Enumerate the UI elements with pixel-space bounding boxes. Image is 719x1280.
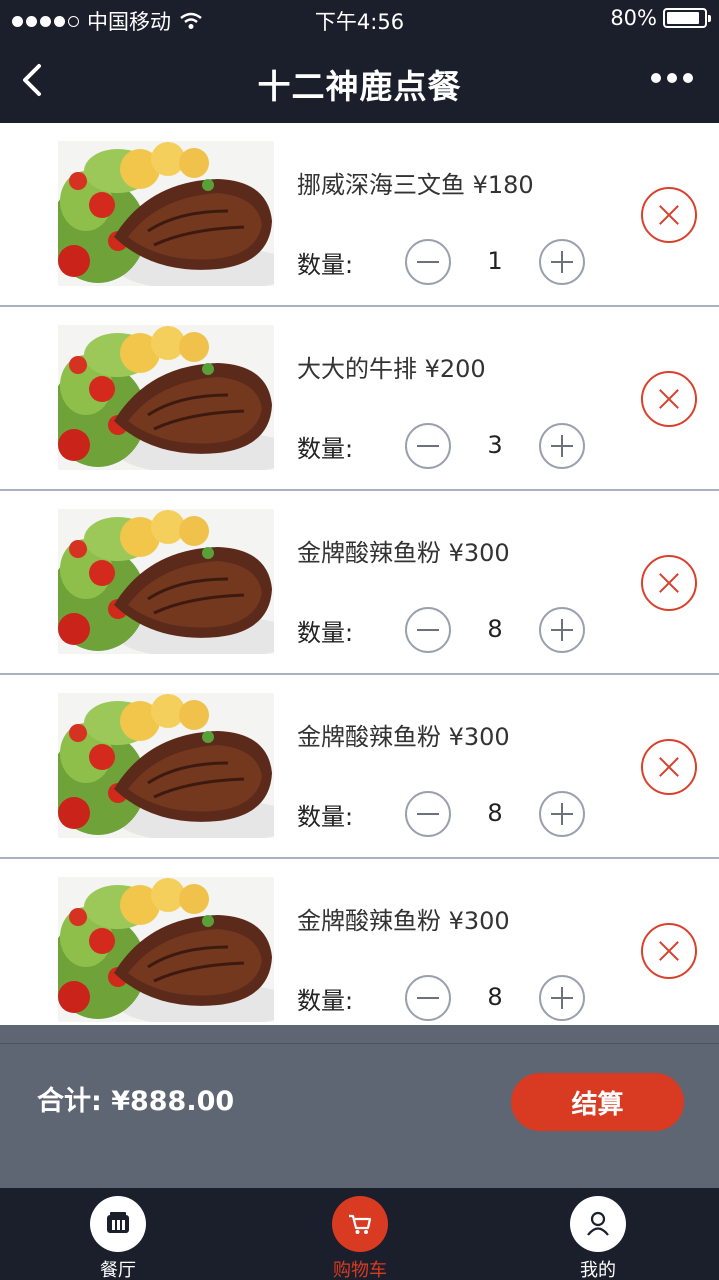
cart-item: 挪威深海三文鱼 ¥180 数量: 1 bbox=[0, 123, 719, 307]
remove-icon[interactable] bbox=[641, 739, 697, 795]
cart-item: 金牌酸辣鱼粉 ¥300 数量: 8 bbox=[0, 859, 719, 1025]
quantity-label: 数量: bbox=[297, 435, 354, 463]
item-name: 金牌酸辣鱼粉 ¥300 bbox=[297, 907, 510, 935]
battery-icon bbox=[663, 8, 711, 28]
plus-button[interactable] bbox=[539, 975, 585, 1021]
food-image bbox=[58, 509, 274, 654]
tab-restaurant[interactable]: 餐厅 bbox=[58, 1196, 178, 1280]
page-title: 十二神鹿点餐 bbox=[257, 67, 462, 106]
more-dots-icon[interactable] bbox=[651, 70, 695, 86]
quantity-label: 数量: bbox=[297, 803, 354, 831]
quantity-value: 3 bbox=[487, 431, 503, 459]
remove-icon[interactable] bbox=[641, 555, 697, 611]
quantity-value: 8 bbox=[487, 615, 503, 643]
minus-button[interactable] bbox=[405, 975, 451, 1021]
plus-button[interactable] bbox=[539, 239, 585, 285]
nav-bar: 十二神鹿点餐 bbox=[0, 40, 719, 123]
minus-button[interactable] bbox=[405, 791, 451, 837]
quantity-label: 数量: bbox=[297, 987, 354, 1015]
food-image bbox=[58, 141, 274, 286]
minus-button[interactable] bbox=[405, 239, 451, 285]
cart-item: 金牌酸辣鱼粉 ¥300 数量: 8 bbox=[0, 491, 719, 675]
minus-button[interactable] bbox=[405, 607, 451, 653]
total-amount: 合计: ¥888.00 bbox=[37, 1086, 235, 1117]
status-right: 80% bbox=[610, 6, 711, 30]
tab-label: 我的 bbox=[580, 1260, 616, 1280]
quantity-value: 1 bbox=[487, 247, 503, 275]
plus-button[interactable] bbox=[539, 607, 585, 653]
divider bbox=[0, 1043, 719, 1044]
status-bar: 中国移动 下午4:56 80% bbox=[0, 0, 719, 40]
cart-item: 大大的牛排 ¥200 数量: 3 bbox=[0, 307, 719, 491]
quantity-value: 8 bbox=[487, 799, 503, 827]
cart-item: 金牌酸辣鱼粉 ¥300 数量: 8 bbox=[0, 675, 719, 859]
tab-label: 购物车 bbox=[333, 1260, 387, 1280]
remove-icon[interactable] bbox=[641, 923, 697, 979]
quantity-value: 8 bbox=[487, 983, 503, 1011]
checkout-button[interactable]: 结算 bbox=[511, 1073, 684, 1131]
quantity-label: 数量: bbox=[297, 251, 354, 279]
item-name: 挪威深海三文鱼 ¥180 bbox=[297, 171, 534, 199]
plus-button[interactable] bbox=[539, 791, 585, 837]
cart-list: 挪威深海三文鱼 ¥180 数量: 1 大大的牛排 ¥200 数量: 3 金牌酸辣… bbox=[0, 123, 719, 1025]
total-bar: 合计: ¥888.00 结算 bbox=[0, 1025, 719, 1188]
food-image bbox=[58, 877, 274, 1022]
item-name: 金牌酸辣鱼粉 ¥300 bbox=[297, 723, 510, 751]
tab-cart[interactable]: 购物车 bbox=[300, 1196, 420, 1280]
remove-icon[interactable] bbox=[641, 371, 697, 427]
food-image bbox=[58, 693, 274, 838]
tab-profile[interactable]: 我的 bbox=[538, 1196, 658, 1280]
item-name: 金牌酸辣鱼粉 ¥300 bbox=[297, 539, 510, 567]
remove-icon[interactable] bbox=[641, 187, 697, 243]
quantity-label: 数量: bbox=[297, 619, 354, 647]
cart-icon bbox=[332, 1196, 388, 1252]
tab-bar: 餐厅 购物车 我的 bbox=[0, 1188, 719, 1280]
user-icon bbox=[570, 1196, 626, 1252]
food-image bbox=[58, 325, 274, 470]
battery-percent: 80% bbox=[610, 6, 657, 30]
item-name: 大大的牛排 ¥200 bbox=[297, 355, 486, 383]
restaurant-icon bbox=[90, 1196, 146, 1252]
minus-button[interactable] bbox=[405, 423, 451, 469]
tab-label: 餐厅 bbox=[100, 1260, 136, 1280]
top-bar: 中国移动 下午4:56 80% 十二神鹿点餐 bbox=[0, 0, 719, 123]
plus-button[interactable] bbox=[539, 423, 585, 469]
